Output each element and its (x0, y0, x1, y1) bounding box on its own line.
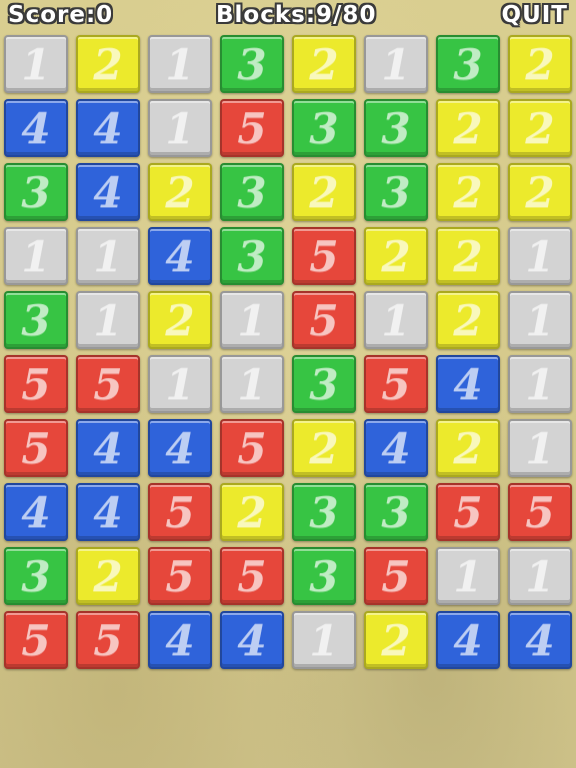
tile-1[interactable]: 1 (148, 355, 212, 413)
tile-1[interactable]: 1 (508, 355, 572, 413)
tile-4[interactable]: 4 (436, 355, 500, 413)
tile-2[interactable]: 2 (220, 483, 284, 541)
tile-3[interactable]: 3 (292, 483, 356, 541)
blocks-counter: Blocks:9/80 (216, 2, 377, 28)
tile-2[interactable]: 2 (292, 163, 356, 221)
tile-3[interactable]: 3 (4, 163, 68, 221)
tile-1[interactable]: 1 (364, 35, 428, 93)
tile-2[interactable]: 2 (436, 419, 500, 477)
tile-5[interactable]: 5 (292, 227, 356, 285)
tile-2[interactable]: 2 (148, 163, 212, 221)
tile-5[interactable]: 5 (364, 547, 428, 605)
tile-2[interactable]: 2 (508, 99, 572, 157)
tile-5[interactable]: 5 (4, 419, 68, 477)
tile-2[interactable]: 2 (76, 35, 140, 93)
tile-5[interactable]: 5 (220, 547, 284, 605)
tile-5[interactable]: 5 (220, 419, 284, 477)
tile-4[interactable]: 4 (148, 227, 212, 285)
tile-2[interactable]: 2 (436, 291, 500, 349)
tile-2[interactable]: 2 (76, 547, 140, 605)
tile-1[interactable]: 1 (220, 291, 284, 349)
tile-4[interactable]: 4 (76, 419, 140, 477)
tile-3[interactable]: 3 (220, 227, 284, 285)
tile-5[interactable]: 5 (364, 355, 428, 413)
tile-1[interactable]: 1 (148, 99, 212, 157)
tile-3[interactable]: 3 (292, 355, 356, 413)
tile-3[interactable]: 3 (220, 163, 284, 221)
tile-3[interactable]: 3 (220, 35, 284, 93)
tile-4[interactable]: 4 (148, 419, 212, 477)
tile-4[interactable]: 4 (4, 483, 68, 541)
tile-3[interactable]: 3 (4, 547, 68, 605)
score-label: Score:0 (8, 2, 114, 28)
tile-5[interactable]: 5 (76, 355, 140, 413)
tile-5[interactable]: 5 (148, 483, 212, 541)
tile-1[interactable]: 1 (436, 547, 500, 605)
tile-4[interactable]: 4 (76, 163, 140, 221)
tile-1[interactable]: 1 (4, 227, 68, 285)
tile-4[interactable]: 4 (4, 99, 68, 157)
tile-1[interactable]: 1 (76, 291, 140, 349)
tile-2[interactable]: 2 (436, 99, 500, 157)
tile-3[interactable]: 3 (4, 291, 68, 349)
tile-4[interactable]: 4 (508, 611, 572, 669)
tile-3[interactable]: 3 (364, 99, 428, 157)
tile-5[interactable]: 5 (508, 483, 572, 541)
tile-3[interactable]: 3 (292, 547, 356, 605)
tile-2[interactable]: 2 (436, 227, 500, 285)
tile-2[interactable]: 2 (148, 291, 212, 349)
tile-2[interactable]: 2 (292, 35, 356, 93)
tile-5[interactable]: 5 (220, 99, 284, 157)
tile-3[interactable]: 3 (364, 483, 428, 541)
quit-button[interactable]: QUIT (502, 0, 568, 30)
tile-4[interactable]: 4 (364, 419, 428, 477)
tile-1[interactable]: 1 (508, 547, 572, 605)
tile-1[interactable]: 1 (508, 227, 572, 285)
tile-5[interactable]: 5 (4, 611, 68, 669)
tile-5[interactable]: 5 (292, 291, 356, 349)
tile-5[interactable]: 5 (76, 611, 140, 669)
tile-4[interactable]: 4 (76, 483, 140, 541)
tile-2[interactable]: 2 (292, 419, 356, 477)
tile-5[interactable]: 5 (436, 483, 500, 541)
tile-5[interactable]: 5 (4, 355, 68, 413)
tile-3[interactable]: 3 (292, 99, 356, 157)
tile-1[interactable]: 1 (220, 355, 284, 413)
tile-4[interactable]: 4 (220, 611, 284, 669)
tile-2[interactable]: 2 (436, 163, 500, 221)
tile-2[interactable]: 2 (508, 163, 572, 221)
tile-1[interactable]: 1 (364, 291, 428, 349)
tile-4[interactable]: 4 (76, 99, 140, 157)
tile-2[interactable]: 2 (364, 611, 428, 669)
tile-1[interactable]: 1 (76, 227, 140, 285)
tile-3[interactable]: 3 (436, 35, 500, 93)
tile-2[interactable]: 2 (364, 227, 428, 285)
tile-1[interactable]: 1 (508, 419, 572, 477)
tile-1[interactable]: 1 (4, 35, 68, 93)
tile-1[interactable]: 1 (148, 35, 212, 93)
game-board: 1213213244153322342323221143522131215121… (0, 32, 576, 672)
tile-4[interactable]: 4 (436, 611, 500, 669)
tile-2[interactable]: 2 (508, 35, 572, 93)
tile-5[interactable]: 5 (148, 547, 212, 605)
tile-1[interactable]: 1 (292, 611, 356, 669)
tile-4[interactable]: 4 (148, 611, 212, 669)
tile-3[interactable]: 3 (364, 163, 428, 221)
tile-1[interactable]: 1 (508, 291, 572, 349)
